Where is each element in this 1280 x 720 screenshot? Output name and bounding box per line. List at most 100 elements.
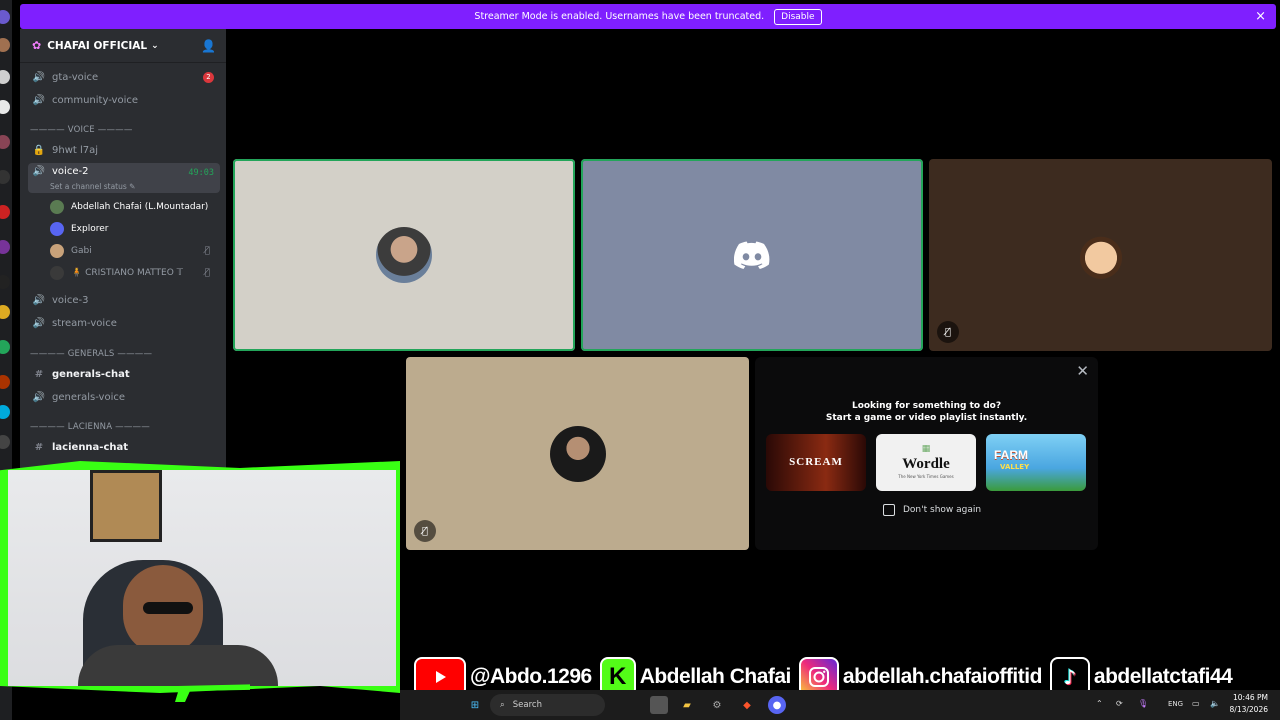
video-tile[interactable] — [233, 159, 575, 351]
channel-status-prompt[interactable]: Set a channel status ✎ — [50, 182, 135, 191]
channel-label: 9hwt l7aj — [52, 144, 99, 156]
category-voice[interactable]: ———— VOICE ———— — [30, 125, 133, 135]
invite-people-icon[interactable]: 👤 — [201, 39, 216, 53]
avatar — [50, 266, 64, 280]
activity-prompt-subtitle: Start a game or video playlist instantly… — [825, 413, 1028, 423]
windows-start-icon[interactable]: ⊞ — [466, 696, 484, 714]
muted-mic-icon: 🎙̸ — [937, 321, 959, 343]
streamer-mode-banner: Streamer Mode is enabled. Usernames have… — [20, 4, 1276, 29]
video-tile[interactable]: 🎙̸ — [929, 159, 1272, 351]
banner-message: Streamer Mode is enabled. Usernames have… — [474, 11, 765, 22]
voice-timer: 49:03 — [188, 168, 214, 178]
server-icon[interactable] — [0, 10, 10, 24]
close-icon[interactable]: ✕ — [1076, 362, 1089, 380]
wall-picture — [90, 470, 162, 542]
channel-label: generals-chat — [52, 368, 130, 380]
channel-label: voice-2 — [52, 166, 89, 177]
voice-member[interactable]: Explorer — [50, 219, 220, 239]
server-name: CHAFAI OFFICIAL — [47, 39, 148, 52]
clock-date: 8/13/2026 — [1229, 705, 1268, 714]
server-icon[interactable] — [0, 405, 10, 419]
member-name: Abdellah Chafai (L.Mountadar) — [71, 202, 209, 212]
youtube-handle: @Abdo.1296 — [470, 665, 592, 688]
server-icon[interactable] — [0, 340, 10, 354]
activity-title: SCREAM — [789, 456, 843, 468]
channel-sidebar: ✿ CHAFAI OFFICIAL ⌄ 👤 🔊 gta-voice 2 🔊 co… — [20, 29, 226, 469]
server-icon[interactable] — [0, 305, 10, 319]
kick-handle: Abdellah Chafai — [639, 665, 792, 688]
voice-member[interactable]: 🧍 CRISTIANO MATTEO 𝕋 🎙̸ — [50, 263, 220, 283]
brave-browser-icon[interactable]: ◆ — [738, 696, 756, 714]
activity-title: FARM — [994, 448, 1028, 462]
server-icon[interactable] — [0, 375, 10, 389]
activity-card-wordle[interactable]: ▦ Wordle The New York Times Games — [876, 434, 976, 491]
channel-label: gta-voice — [52, 71, 99, 83]
task-view-icon[interactable] — [650, 696, 668, 714]
taskbar: ⊞ ⌕ Search ▰ ⚙ ◆ ● ⌃ ⟳ 🎙 ENG ▭ 🔈 10:46 P… — [400, 690, 1280, 720]
disable-streamer-mode-button[interactable]: Disable — [774, 8, 822, 25]
channel-locked[interactable]: 🔒 9hwt l7aj — [28, 140, 220, 160]
activity-subtitle: VALLEY — [1000, 463, 1030, 471]
channel-voice-3[interactable]: 🔊 voice-3 — [28, 290, 220, 310]
screen: Streamer Mode is enabled. Usernames have… — [0, 0, 1280, 720]
activity-title: Wordle — [902, 456, 950, 472]
network-icon[interactable]: ▭ — [1192, 699, 1200, 708]
video-tile[interactable] — [581, 159, 923, 351]
voice-member[interactable]: Abdellah Chafai (L.Mountadar) — [50, 197, 220, 217]
dont-show-again-checkbox[interactable]: Don't show again — [883, 504, 981, 516]
channel-label: community-voice — [52, 94, 139, 106]
channel-lacienna-chat[interactable]: # lacienna-chat — [28, 437, 220, 457]
member-name: Explorer — [71, 224, 109, 234]
microphone-icon[interactable]: 🎙 — [1138, 699, 1148, 708]
server-icon[interactable] — [0, 170, 10, 184]
server-icon[interactable] — [0, 100, 10, 114]
server-icon[interactable] — [0, 70, 10, 84]
close-icon[interactable]: × — [1255, 9, 1266, 24]
tray-chevron-up-icon[interactable]: ⌃ — [1096, 699, 1103, 708]
server-icon[interactable] — [0, 435, 10, 449]
server-icon[interactable] — [0, 205, 10, 219]
channel-label: stream-voice — [52, 317, 117, 329]
user-avatar — [376, 227, 432, 283]
activity-subtitle: The New York Times Games — [898, 474, 954, 479]
clock-time: 10:46 PM — [1233, 693, 1268, 702]
file-explorer-icon[interactable]: ▰ — [678, 696, 696, 714]
server-icon[interactable] — [0, 275, 10, 289]
tray-app-icon[interactable]: ⟳ — [1116, 699, 1123, 708]
speaker-icon: 🔊 — [32, 391, 46, 403]
channel-generals-voice[interactable]: 🔊 generals-voice — [28, 387, 220, 407]
volume-icon[interactable]: 🔈 — [1210, 699, 1220, 708]
avatar — [50, 244, 64, 258]
category-lacienna[interactable]: ———— LACIENNA ———— — [30, 422, 150, 432]
activity-card-scream[interactable]: SCREAM — [766, 434, 866, 491]
server-header[interactable]: ✿ CHAFAI OFFICIAL ⌄ 👤 — [20, 29, 226, 63]
settings-icon[interactable]: ⚙ — [708, 696, 726, 714]
channel-community-voice[interactable]: 🔊 community-voice — [28, 90, 220, 110]
input-language[interactable]: ENG — [1168, 700, 1183, 708]
taskbar-search[interactable]: ⌕ Search — [490, 694, 605, 716]
mention-badge: 2 — [203, 71, 214, 83]
server-icon[interactable] — [0, 240, 10, 254]
flower-icon: ✿ — [32, 39, 42, 52]
channel-stream-voice[interactable]: 🔊 stream-voice — [28, 313, 220, 333]
sunglasses — [143, 602, 193, 614]
taskbar-clock[interactable]: 10:46 PM 8/13/2026 — [1230, 692, 1268, 716]
channel-gta-voice[interactable]: 🔊 gta-voice 2 — [28, 67, 220, 87]
hashtag-icon: # — [34, 368, 44, 380]
checkbox-label: Don't show again — [903, 505, 982, 515]
video-tile[interactable]: 🎙̸ — [406, 357, 749, 550]
discord-app-icon[interactable]: ● — [768, 696, 786, 714]
server-icon[interactable] — [0, 135, 10, 149]
discord-logo-icon — [724, 227, 780, 283]
instagram-handle: abdellah.chafaioffitid — [842, 665, 1043, 688]
voice-member[interactable]: Gabi 🎙̸ — [50, 241, 220, 261]
checkbox-icon — [883, 504, 895, 516]
member-name: 🧍 CRISTIANO MATTEO 𝕋 — [71, 268, 184, 278]
activity-card-farm-valley[interactable]: FARM VALLEY — [986, 434, 1086, 491]
channel-generals-chat[interactable]: # generals-chat — [28, 364, 220, 384]
server-icon[interactable] — [0, 38, 10, 52]
speaker-icon: 🔊 — [32, 294, 46, 306]
category-generals[interactable]: ———— GENERALS ———— — [30, 349, 152, 359]
speaker-icon: 🔊 — [32, 317, 46, 329]
speaker-icon: 🔊 — [32, 71, 46, 83]
